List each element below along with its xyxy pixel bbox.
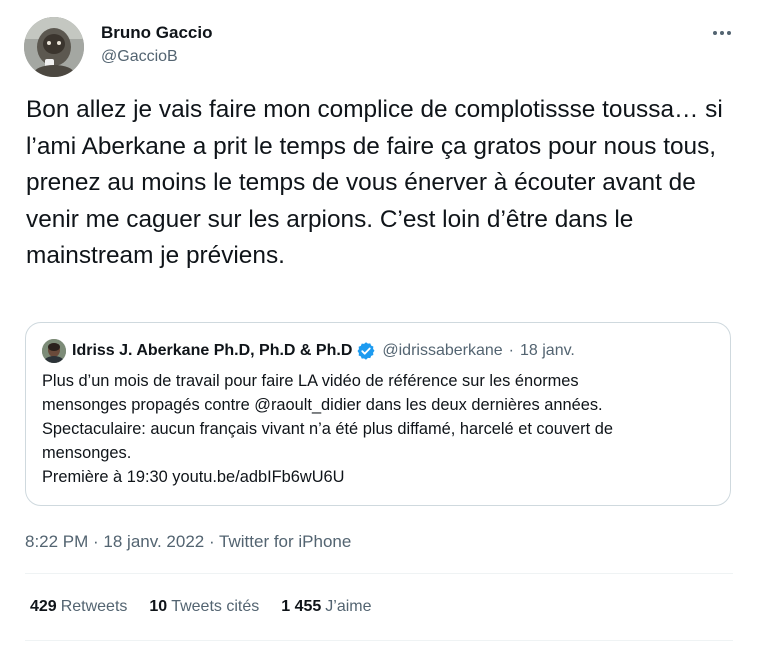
quote-tweets-stat[interactable]: 10 Tweets cités <box>149 596 259 618</box>
retweets-label: Retweets <box>60 598 128 615</box>
likes-count: 1 455 <box>281 598 322 615</box>
quoted-tweet-card[interactable]: Idriss J. Aberkane Ph.D, Ph.D & Ph.D @id… <box>25 322 731 506</box>
quoted-date: 18 janv. <box>520 342 575 359</box>
quoted-text-line: mensonges propagés contre @raoult_didier… <box>42 396 603 414</box>
quoted-tweet-header: Idriss J. Aberkane Ph.D, Ph.D & Ph.D @id… <box>42 339 575 363</box>
author-info: Bruno Gaccio @GaccioB <box>101 22 212 67</box>
retweets-stat[interactable]: 429 Retweets <box>30 596 127 618</box>
quoted-separator: · <box>508 342 514 359</box>
likes-label: J’aime <box>325 598 372 615</box>
author-handle[interactable]: @GaccioB <box>101 47 212 67</box>
quoted-text-line: mensonges. <box>42 444 132 462</box>
quoted-text-line: Plus d’un mois de travail pour faire LA … <box>42 372 579 390</box>
verified-badge-icon <box>357 342 375 360</box>
quote-tweets-count: 10 <box>149 598 168 615</box>
quoted-text-line: Première à 19:30 youtu.be/adbIFb6wU6U <box>42 468 345 486</box>
tweet-stats: 429 Retweets 10 Tweets cités 1 455 J’aime <box>30 596 394 618</box>
author-display-name[interactable]: Bruno Gaccio <box>101 22 212 44</box>
author-avatar[interactable] <box>24 17 84 77</box>
quoted-text-line: Spectaculaire: aucun français vivant n’a… <box>42 420 613 438</box>
retweets-count: 429 <box>30 598 57 615</box>
likes-stat[interactable]: 1 455 J’aime <box>281 596 371 618</box>
quoted-author-handle: @idrissaberkane <box>382 342 503 359</box>
divider <box>25 573 733 574</box>
tweet-text: Bon allez je vais faire mon complice de … <box>26 96 723 269</box>
quote-tweets-label: Tweets cités <box>171 598 260 615</box>
quoted-tweet-body: Plus d’un mois de travail pour faire LA … <box>42 369 718 489</box>
divider <box>25 640 733 641</box>
more-options-button[interactable] <box>711 26 733 40</box>
tweet-timestamp[interactable]: 8:22 PM · 18 janv. 2022 · Twitter for iP… <box>25 530 351 554</box>
more-horizontal-icon <box>713 31 731 35</box>
quoted-author-name: Idriss J. Aberkane Ph.D, Ph.D & Ph.D <box>72 342 353 359</box>
quoted-author-avatar <box>42 339 66 363</box>
